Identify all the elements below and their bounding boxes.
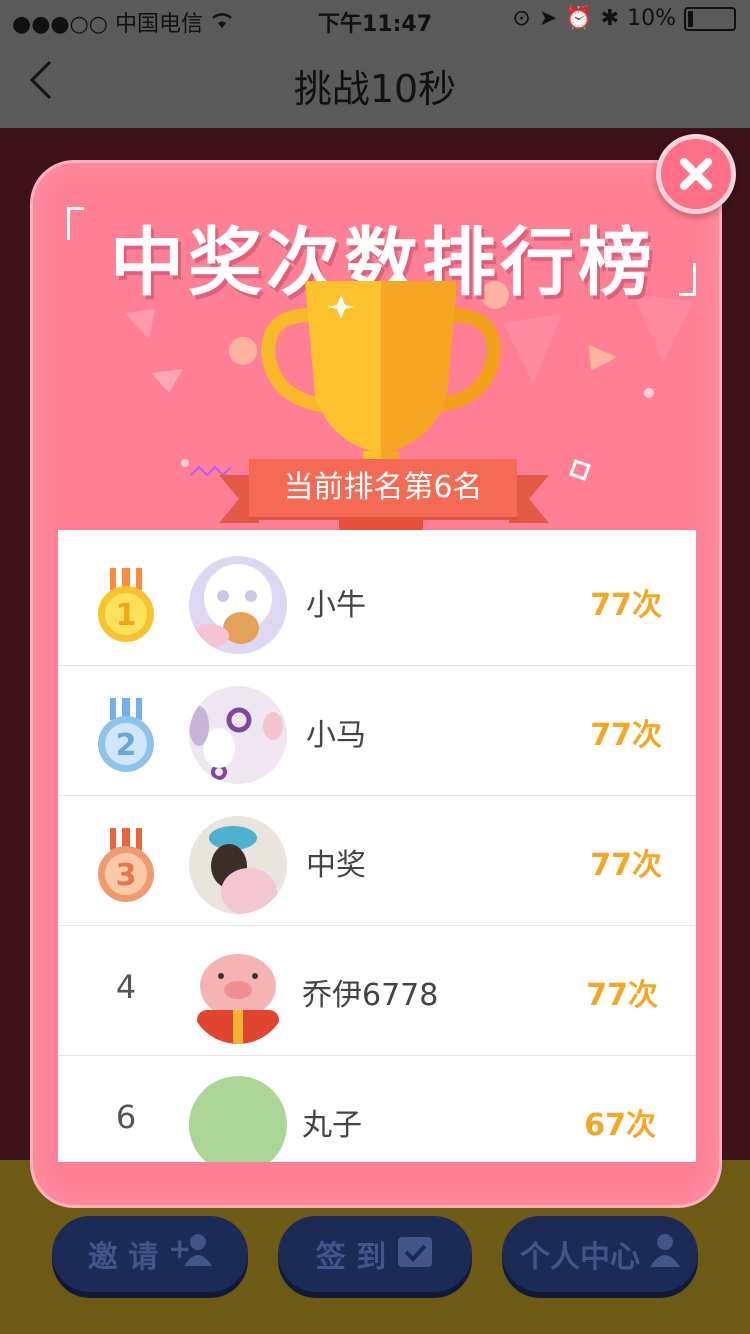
invite-label: 邀 请 — [87, 1240, 159, 1275]
username: 小马 — [306, 718, 366, 753]
location-icon: ➤ — [538, 6, 558, 31]
avatar — [189, 816, 287, 914]
status-right: ⊙ ➤ ⏰ ✱ 10% — [512, 6, 736, 31]
score: 77次 — [586, 978, 658, 1013]
silver-medal-icon: 2 — [98, 698, 154, 772]
bluetooth-icon: ✱ — [600, 6, 620, 31]
svg-text:2: 2 — [116, 728, 137, 763]
score: 77次 — [590, 718, 662, 753]
svg-text:1: 1 — [116, 598, 137, 633]
leaderboard-list: 1 小牛 77次 2 小马 77次 3 中奖 77次 4 乔伊6778 77次 … — [58, 530, 696, 1162]
avatar — [189, 556, 287, 654]
leaderboard-row[interactable]: 1 小牛 77次 — [58, 536, 696, 666]
user-icon — [650, 1233, 680, 1275]
calendar-check-icon — [396, 1231, 434, 1277]
battery-icon — [684, 6, 736, 31]
svg-text:+: + — [168, 1232, 191, 1265]
nav-bar: 挑战10秒 — [0, 40, 750, 128]
lock-rotation-icon: ⊙ — [512, 6, 531, 31]
current-rank-text: 当前排名第6名 — [249, 459, 517, 517]
gold-medal-icon: 1 — [98, 568, 154, 642]
username: 乔伊6778 — [302, 978, 439, 1013]
username: 小牛 — [306, 588, 366, 623]
page-title: 挑战10秒 — [293, 67, 457, 111]
username: 丸子 — [302, 1108, 362, 1143]
username: 中奖 — [306, 848, 366, 883]
rank-number: 6 — [115, 1098, 137, 1136]
status-bar: ●●●○○ 中国电信 下午11:47 ⊙ ➤ ⏰ ✱ 10% — [0, 0, 750, 40]
bronze-medal-icon: 3 — [98, 828, 154, 902]
leaderboard-row[interactable]: 2 小马 77次 — [58, 666, 696, 796]
leaderboard-row[interactable]: 4 乔伊6778 77次 — [58, 926, 696, 1056]
avatar — [189, 1076, 287, 1162]
score: 77次 — [590, 588, 662, 623]
score: 67次 — [584, 1108, 656, 1143]
leaderboard-row[interactable]: 3 中奖 77次 — [58, 796, 696, 926]
leaderboard-row[interactable]: 6 丸子 67次 — [58, 1056, 696, 1162]
close-icon — [680, 158, 712, 190]
profile-button[interactable]: 个人中心 — [502, 1216, 698, 1292]
avatar — [189, 946, 287, 1044]
title-bracket-right — [679, 263, 696, 296]
avatar — [189, 686, 287, 784]
current-rank-banner: 当前排名第6名 — [219, 459, 549, 523]
svg-text:3: 3 — [116, 858, 137, 893]
rank-number: 4 — [115, 968, 137, 1006]
checkin-button[interactable]: 签 到 — [278, 1216, 472, 1292]
add-user-icon: + — [168, 1232, 213, 1276]
battery-percent: 10% — [627, 6, 676, 31]
score: 77次 — [590, 848, 662, 883]
profile-label: 个人中心 — [520, 1240, 640, 1275]
invite-button[interactable]: 邀 请 + — [52, 1216, 248, 1292]
alarm-icon: ⏰ — [565, 6, 593, 31]
checkin-label: 签 到 — [315, 1240, 387, 1275]
close-button[interactable] — [656, 134, 736, 214]
